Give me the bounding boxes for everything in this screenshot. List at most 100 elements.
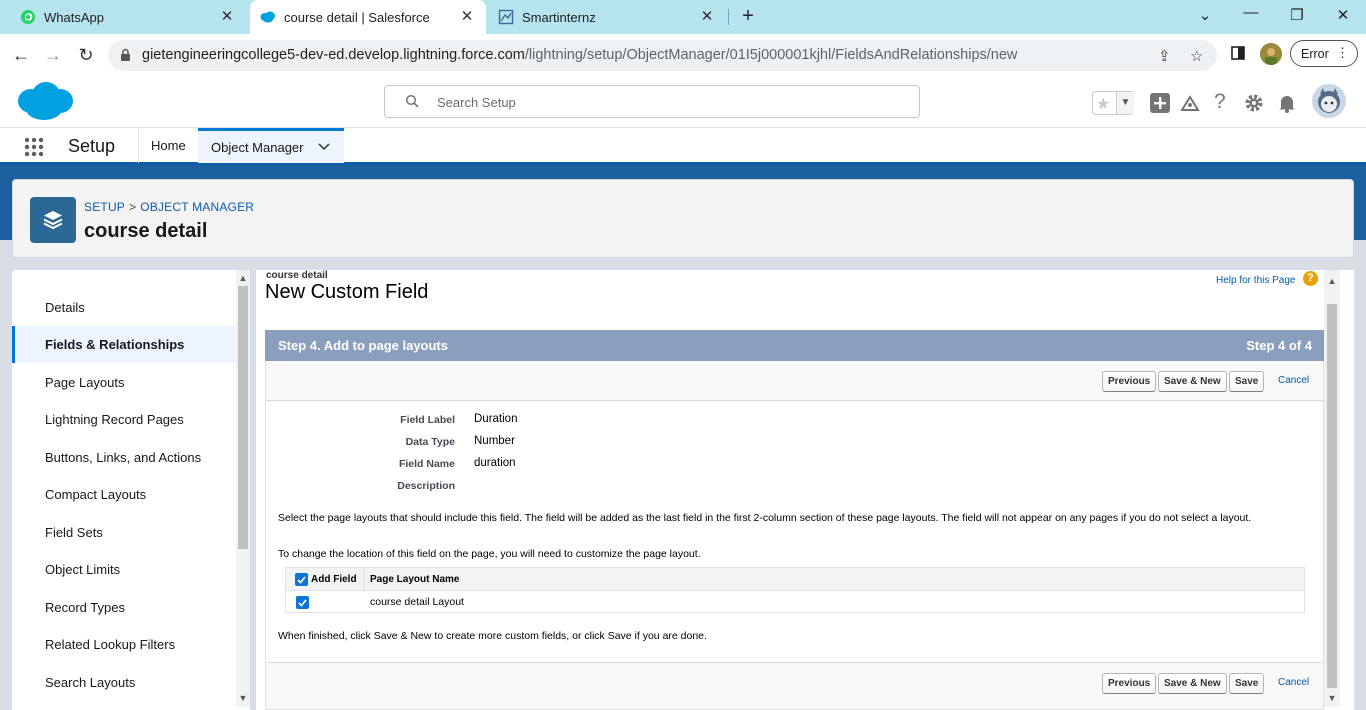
error-button[interactable]: Error ⋮ [1290, 40, 1358, 67]
tab-whatsapp[interactable]: WhatsApp ✕ [0, 0, 246, 34]
reload-icon[interactable]: ↻ [75, 44, 97, 66]
scrollbar-thumb[interactable] [1327, 304, 1337, 688]
scroll-down-icon[interactable]: ▼ [238, 693, 248, 703]
star-icon[interactable]: ☆ [1190, 47, 1203, 65]
field-label: Field Label [400, 414, 455, 426]
field-value: duration [474, 457, 516, 469]
save-button[interactable]: Save [1229, 371, 1265, 392]
object-sidebar: Details Fields & Relationships Page Layo… [12, 270, 250, 710]
minimize-icon[interactable]: — [1240, 4, 1262, 21]
step-header: Step 4. Add to page layouts Step 4 of 4 [265, 330, 1324, 361]
help-link[interactable]: Help for this Page [1216, 275, 1296, 286]
browser-toolbar: ← → ↻ gietengineeringcollege5-dev-ed.dev… [0, 34, 1366, 76]
close-window-icon[interactable]: ✕ [1332, 6, 1354, 24]
search-icon [405, 94, 419, 113]
global-actions-icon[interactable] [1150, 93, 1170, 118]
scroll-up-icon[interactable]: ▲ [238, 273, 248, 283]
field-row: Description [266, 476, 866, 498]
object-label: course detail [266, 270, 328, 281]
forward-icon[interactable]: → [42, 44, 64, 66]
bell-icon[interactable] [1277, 93, 1297, 118]
step-panel: Previous Save & New Save Cancel Field La… [265, 361, 1324, 710]
button-row-top: Previous Save & New Save Cancel [266, 361, 1323, 401]
help-icon[interactable]: ? [1214, 90, 1226, 114]
sidebar-item-compact-layouts[interactable]: Compact Layouts [12, 476, 236, 513]
content-scrollbar[interactable]: ▲ ▼ [1324, 270, 1340, 707]
layout-name-column-label: Page Layout Name [370, 574, 460, 585]
sidebar-item-fields-relationships[interactable]: Fields & Relationships [12, 326, 236, 363]
sidebar-item-search-layouts[interactable]: Search Layouts [12, 664, 236, 701]
cancel-link[interactable]: Cancel [1278, 375, 1309, 386]
tab-title: Smartinternz [522, 9, 596, 25]
close-tab-icon[interactable]: ✕ [218, 8, 236, 26]
field-label: Description [397, 480, 455, 492]
sidebar-item-label: Details [45, 300, 85, 315]
share-icon[interactable]: ⇪ [1158, 47, 1171, 65]
select-all-checkbox[interactable] [295, 573, 308, 586]
restore-icon[interactable]: ❐ [1286, 6, 1308, 24]
close-tab-icon[interactable]: ✕ [698, 8, 716, 26]
tab-smartinternz[interactable]: Smartinternz ✕ [490, 0, 726, 34]
save-new-button[interactable]: Save & New [1158, 673, 1227, 694]
scrollbar-thumb[interactable] [238, 286, 248, 549]
chevron-down-icon[interactable]: ⌄ [1194, 6, 1216, 24]
address-bar[interactable]: gietengineeringcollege5-dev-ed.develop.l… [108, 40, 1217, 71]
sidebar-item-page-layouts[interactable]: Page Layouts [12, 364, 236, 401]
salesforce-logo[interactable] [16, 81, 74, 126]
tab-object-manager-label: Object Manager [211, 139, 304, 155]
breadcrumb-setup[interactable]: SETUP [84, 200, 125, 214]
finish-text: When finished, click Save & New to creat… [278, 630, 707, 642]
url-text: gietengineeringcollege5-dev-ed.develop.l… [142, 47, 1017, 63]
sidebar-item-label: Search Layouts [45, 675, 136, 690]
search-setup-input[interactable]: Search Setup [384, 85, 920, 118]
favorites-button[interactable]: ★ ▼ [1092, 91, 1134, 115]
table-row: course detail Layout [286, 592, 1304, 613]
setup-nav-bar: Setup Home Object Manager [0, 128, 1366, 165]
chevron-down-icon: ▼ [1116, 92, 1134, 114]
gear-icon[interactable] [1244, 93, 1264, 118]
save-new-button[interactable]: Save & New [1158, 371, 1227, 392]
tab-object-manager[interactable]: Object Manager [198, 128, 344, 163]
sidebar-item-label: Record Types [45, 600, 125, 615]
url-host: gietengineeringcollege5-dev-ed.develop.l… [142, 47, 525, 63]
app-launcher-icon[interactable] [24, 137, 44, 162]
previous-button[interactable]: Previous [1102, 371, 1157, 392]
page-layout-table: Add Field Page Layout Name course detail… [285, 567, 1305, 613]
save-button[interactable]: Save [1229, 673, 1265, 694]
trailhead-icon[interactable] [1180, 93, 1200, 118]
scroll-up-icon[interactable]: ▲ [1327, 276, 1337, 286]
cancel-link[interactable]: Cancel [1278, 677, 1309, 688]
sidebar-item-details[interactable]: Details [12, 289, 236, 326]
help-question-icon[interactable]: ? [1303, 271, 1318, 286]
sidebar-item-label: Buttons, Links, and Actions [45, 450, 202, 465]
previous-button[interactable]: Previous [1102, 673, 1157, 694]
layout-checkbox[interactable] [296, 596, 309, 609]
error-label: Error [1301, 46, 1329, 61]
scroll-down-icon[interactable]: ▼ [1327, 693, 1337, 703]
tab-home[interactable]: Home [139, 128, 198, 163]
sidebar-item-buttons-links-actions[interactable]: Buttons, Links, and Actions [12, 439, 236, 476]
search-placeholder: Search Setup [437, 95, 516, 110]
side-panel-icon[interactable] [1231, 46, 1245, 64]
sidebar-item-label: Page Layouts [45, 375, 125, 390]
sidebar-item-object-limits[interactable]: Object Limits [12, 551, 236, 588]
new-tab-icon[interactable]: + [737, 5, 759, 28]
instruction-text: Select the page layouts that should incl… [278, 512, 1252, 524]
tab-salesforce[interactable]: course detail | Salesforce ✕ [250, 0, 486, 34]
sidebar-scrollbar[interactable]: ▲ ▼ [236, 270, 250, 707]
sidebar-item-record-types[interactable]: Record Types [12, 589, 236, 626]
close-tab-icon[interactable]: ✕ [458, 8, 476, 26]
back-icon[interactable]: ← [10, 44, 32, 66]
user-avatar[interactable] [1312, 84, 1346, 123]
url-path: /lightning/setup/ObjectManager/01I5j0000… [524, 47, 1018, 63]
profile-avatar[interactable] [1260, 43, 1282, 65]
breadcrumb-separator: > [129, 200, 137, 214]
page-heading: New Custom Field [265, 281, 429, 303]
add-field-column-label: Add Field [311, 574, 357, 585]
breadcrumb-object-manager[interactable]: OBJECT MANAGER [140, 200, 254, 214]
more-icon: ⋮ [1336, 45, 1349, 60]
sidebar-item-lightning-record-pages[interactable]: Lightning Record Pages [12, 401, 236, 438]
sidebar-item-related-lookup-filters[interactable]: Related Lookup Filters [12, 626, 236, 663]
sidebar-item-field-sets[interactable]: Field Sets [12, 514, 236, 551]
chevron-down-icon[interactable] [318, 139, 330, 154]
